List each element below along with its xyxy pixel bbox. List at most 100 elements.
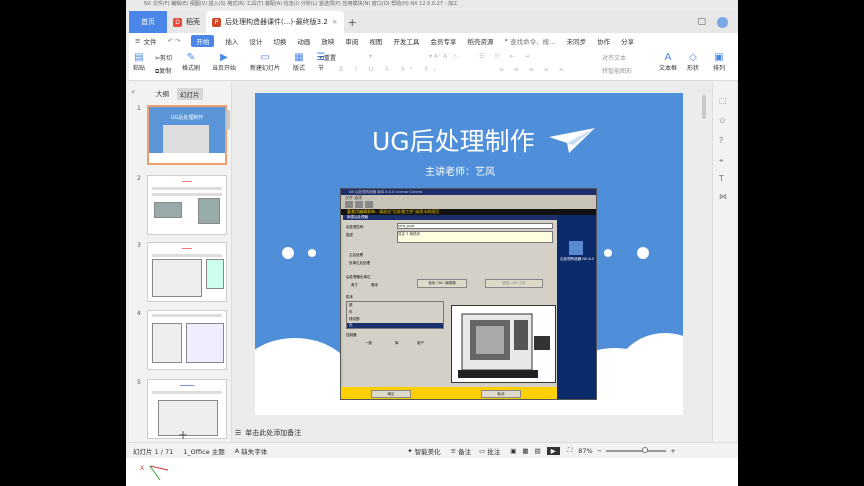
menu-member[interactable]: 会员专享	[430, 36, 456, 46]
tab-ppt-file[interactable]: P 后处理构造器课件(...)-最终版3.2 ×	[206, 11, 344, 33]
copy-button[interactable]: ⧉复制	[155, 66, 171, 76]
decor-dot	[604, 249, 612, 257]
zoom-slider[interactable]	[606, 446, 667, 453]
command-search[interactable]: 查找命令、搜…	[510, 36, 556, 46]
machine-tool-image[interactable]	[451, 305, 556, 383]
font-size-select[interactable]: ▾ A⁺ A⁻ ◇	[429, 53, 457, 60]
start-from-current-button[interactable]: ▶ 当页开始	[212, 51, 236, 73]
format-painter-label: 格式刷	[182, 65, 201, 72]
layout-button[interactable]: ▦ 版式	[292, 51, 306, 73]
sync-status[interactable]: 未同步	[567, 36, 587, 46]
comment-icon: ▭	[479, 446, 486, 455]
zoom-level: 87%	[578, 446, 593, 455]
slide-number: 2	[137, 175, 141, 182]
home-tab[interactable]: 首页	[129, 11, 167, 33]
share-button[interactable]: 分享	[621, 36, 634, 46]
embed-button-bar: 确定 取消	[341, 387, 557, 399]
cut-button[interactable]: ✂剪切	[155, 53, 172, 62]
menu-animation[interactable]: 动画	[297, 36, 310, 46]
slide-vertical-scrollbar[interactable]	[701, 90, 707, 426]
thumb-text-line	[152, 391, 222, 394]
fit-icon[interactable]: ⛶	[568, 446, 573, 455]
menu-transition[interactable]: 切换	[273, 36, 286, 46]
right-tool-bar: ⬚ ✩ ? ⌖ T ⋈	[712, 82, 736, 442]
star-icon[interactable]: ✩	[719, 116, 726, 125]
embed-field-value: 设定 3 轴铣床	[398, 232, 420, 236]
shape-button[interactable]: ◇ 形状	[686, 51, 700, 73]
avatar[interactable]	[717, 16, 728, 28]
help-icon[interactable]: ?	[719, 136, 723, 145]
embed-label: 控制器	[346, 333, 357, 337]
menu-design[interactable]: 设计	[249, 36, 262, 46]
normal-view-icon[interactable]: ▣	[510, 447, 516, 455]
status-bar: 幻灯片 1 / 71 1_Office 主题 A 缺失字体 ✦ 智能美化 ≡ 备…	[129, 442, 738, 458]
slide-thumbnail[interactable]	[147, 310, 227, 370]
notes-button[interactable]: 备注	[458, 446, 471, 456]
arrange-button[interactable]: ▣ 排列	[712, 51, 726, 73]
location-icon[interactable]: ⌖	[719, 156, 724, 166]
font-style-buttons[interactable]: B I U S X² X₂	[339, 66, 441, 73]
slide-thumbnail[interactable]: ━━━━	[147, 242, 227, 302]
new-slide-button[interactable]: ▭ 新建幻灯片	[250, 51, 281, 73]
new-slide-label: 新建幻灯片	[250, 65, 281, 72]
hamburger-icon[interactable]: ≡	[135, 37, 140, 45]
text-icon[interactable]: T	[719, 174, 724, 183]
align-buttons[interactable]: ≡ ≡ ≡ ≡ ≡	[499, 66, 568, 73]
menu-insert[interactable]: 插入	[225, 36, 238, 46]
menu-developer[interactable]: 开发工具	[393, 36, 419, 46]
window-list-icon[interactable]: ▢	[697, 17, 706, 27]
textbox-button[interactable]: A 文本框	[659, 51, 677, 73]
tab-outline[interactable]: 大纲	[156, 88, 169, 98]
font-name-select[interactable]: ▾	[369, 53, 372, 60]
thumb-heading: ━━━━━━	[179, 383, 195, 388]
menu-daoke[interactable]: 稻壳资源	[467, 36, 493, 46]
comment-button[interactable]: 批注	[487, 446, 500, 456]
sorter-view-icon[interactable]: ▦	[522, 447, 528, 455]
reset-button[interactable]: ⟲重置	[319, 53, 336, 62]
select-icon[interactable]: ⬚	[719, 96, 727, 105]
thumb-image	[152, 259, 202, 297]
svg-text:X: X	[140, 465, 144, 472]
slide-subtitle[interactable]: 主讲老师：艺风	[425, 163, 495, 178]
missing-font-button[interactable]: 缺失字体	[241, 446, 267, 456]
slide-thumbnail[interactable]: UG后处理制作	[147, 105, 227, 165]
zoom-out-icon[interactable]: −	[597, 447, 602, 455]
slide-thumbnail[interactable]: ━━━━	[147, 175, 227, 235]
notes-area[interactable]: ☰ 单击此处添加备注	[232, 426, 708, 440]
convert-smartart-button[interactable]: 转智能图形	[602, 66, 632, 75]
tab-slides[interactable]: 幻灯片	[177, 88, 203, 100]
format-painter-button[interactable]: ✎ 格式刷	[182, 51, 201, 73]
tab-daoke[interactable]: D 稻壳	[167, 11, 206, 33]
thumb-heading: ━━━━	[182, 179, 192, 184]
menu-start[interactable]: 开始	[191, 34, 215, 47]
collapse-panel-icon[interactable]: «	[131, 88, 135, 96]
ppt-icon: P	[212, 17, 221, 27]
close-tab-icon[interactable]: ×	[332, 18, 338, 26]
add-slide-icon[interactable]: +	[178, 428, 188, 442]
menu-slideshow[interactable]: 放映	[321, 36, 334, 46]
embed-desc-field: 设定 3 轴铣床	[397, 231, 553, 243]
notes-icon: ☰	[235, 429, 242, 437]
ribbon-toolbar: ▤ 粘贴 ✂剪切 ⧉复制 ✎ 格式刷 ▶ 当页开始 ▭ 新建幻灯片 ▦ 版式 ☰…	[129, 48, 738, 81]
play-slideshow-icon[interactable]: ▶	[546, 446, 560, 455]
align-text-button[interactable]: 对齐文本	[602, 53, 626, 62]
panel-scrollbar[interactable]	[226, 110, 230, 130]
embed-list-item: 线切割	[349, 317, 360, 321]
paste-button[interactable]: ▤ 粘贴	[132, 51, 146, 73]
zoom-slider-knob[interactable]	[642, 446, 649, 453]
slide-number: 5	[137, 379, 141, 386]
reading-view-icon[interactable]: ▤	[535, 447, 541, 455]
collab-button[interactable]: 协作	[597, 36, 610, 46]
beautify-button[interactable]: 智能美化	[415, 446, 441, 456]
share-icon[interactable]: ⋈	[719, 192, 727, 201]
menu-review[interactable]: 审阅	[345, 36, 358, 46]
new-tab-icon[interactable]: +	[348, 16, 357, 29]
list-buttons[interactable]: ☰ ☷ ⇤ ⇥	[479, 53, 534, 60]
zoom-in-icon[interactable]: +	[670, 447, 675, 455]
menu-file[interactable]: 文件	[143, 36, 156, 46]
slide-title[interactable]: UG后处理制作	[372, 122, 535, 158]
menu-view[interactable]: 视图	[369, 36, 382, 46]
scrollbar-thumb[interactable]	[702, 95, 706, 119]
arrange-icon: ▣	[714, 51, 724, 63]
undo-icon[interactable]: ↶ ↷	[167, 37, 180, 45]
